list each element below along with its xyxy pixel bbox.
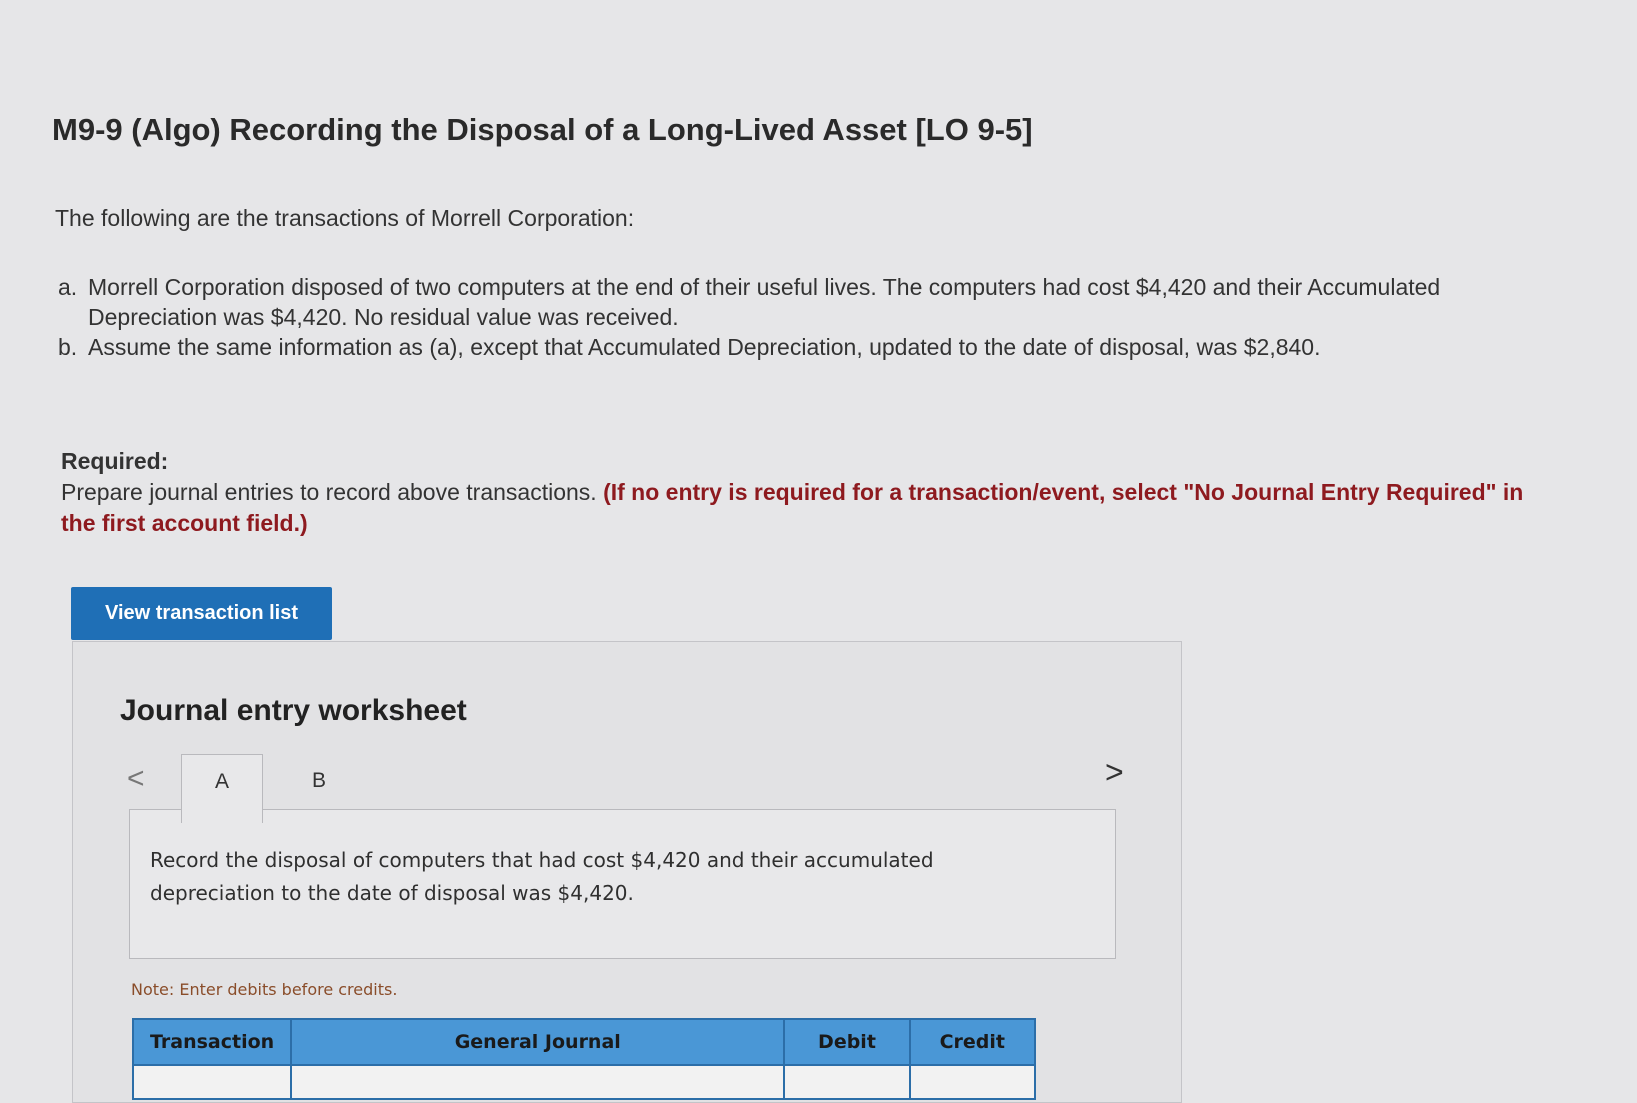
required-heading: Required: bbox=[61, 448, 169, 474]
column-header-debit: Debit bbox=[783, 1018, 911, 1066]
item-marker: a. bbox=[58, 274, 78, 300]
transaction-description-box: Record the disposal of computers that ha… bbox=[129, 809, 1116, 959]
table-row bbox=[131, 1064, 1037, 1100]
journal-entry-worksheet: Journal entry worksheet < A B > Record t… bbox=[72, 641, 1182, 1103]
view-transaction-list-button[interactable]: View transaction list bbox=[71, 587, 332, 640]
transaction-list: a. Morrell Corporation disposed of two c… bbox=[58, 272, 1538, 362]
column-header-general-journal: General Journal bbox=[290, 1018, 786, 1066]
entry-note: Note: Enter debits before credits. bbox=[131, 980, 398, 999]
page-title: M9-9 (Algo) Recording the Disposal of a … bbox=[52, 112, 1033, 147]
item-marker: b. bbox=[58, 334, 78, 360]
intro-text: The following are the transactions of Mo… bbox=[55, 205, 635, 231]
item-text: Morrell Corporation disposed of two comp… bbox=[88, 274, 1441, 330]
column-header-credit: Credit bbox=[908, 1018, 1037, 1066]
tab-b[interactable]: B bbox=[289, 754, 349, 808]
general-journal-cell[interactable] bbox=[290, 1064, 786, 1100]
credit-cell[interactable] bbox=[908, 1064, 1037, 1100]
column-header-transaction: Transaction bbox=[131, 1018, 293, 1066]
required-text: Prepare journal entries to record above … bbox=[61, 479, 597, 505]
list-item: b. Assume the same information as (a), e… bbox=[58, 332, 1538, 362]
journal-table: Transaction General Journal Debit Credit bbox=[131, 1018, 1037, 1100]
chevron-right-icon[interactable]: > bbox=[1105, 754, 1124, 791]
worksheet-title: Journal entry worksheet bbox=[120, 694, 467, 727]
debit-cell[interactable] bbox=[783, 1064, 911, 1100]
transaction-cell[interactable] bbox=[131, 1064, 293, 1100]
transaction-description: Record the disposal of computers that ha… bbox=[150, 848, 934, 905]
tab-a[interactable]: A bbox=[181, 754, 263, 823]
list-item: a. Morrell Corporation disposed of two c… bbox=[58, 272, 1538, 332]
item-text: Assume the same information as (a), exce… bbox=[88, 334, 1321, 360]
required-section: Required: Prepare journal entries to rec… bbox=[61, 446, 1561, 539]
chevron-left-icon[interactable]: < bbox=[127, 762, 145, 796]
